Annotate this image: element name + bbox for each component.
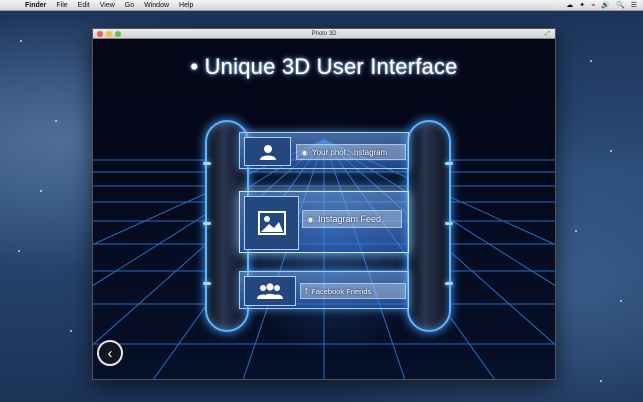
bluetooth-icon[interactable]: ✦ <box>579 0 585 11</box>
app-content: • Unique 3D User Interface ◉ Your phot…n… <box>93 40 555 379</box>
menubar-status-area: ☁ ✦ ⌁ 🔊 🔍 ☰ <box>566 0 643 11</box>
app-window: Photo 3D ⤢ • Unique 3D User Interface ◉ … <box>92 28 556 380</box>
menu-go[interactable]: Go <box>120 0 139 11</box>
wifi-icon[interactable]: ⌁ <box>591 0 595 11</box>
menu-view[interactable]: View <box>95 0 120 11</box>
facebook-friends-label: Facebook Friends <box>311 286 372 296</box>
carousel-panel-facebook[interactable]: f Facebook Friends <box>239 271 409 309</box>
facebook-icon: f <box>305 286 308 296</box>
carousel-panel-profile[interactable]: ◉ Your phot…nstagram <box>239 132 409 169</box>
menu-help[interactable]: Help <box>174 0 198 11</box>
group-icon <box>244 276 296 306</box>
notification-center-icon[interactable]: ☰ <box>631 0 637 11</box>
back-button[interactable]: ‹ <box>97 340 123 366</box>
spotlight-icon[interactable]: 🔍 <box>616 0 625 11</box>
instagram-feed-label: Instagram Feed <box>317 214 382 224</box>
facebook-friends-tab[interactable]: f Facebook Friends <box>300 283 406 299</box>
instagram-icon: ◉ <box>301 147 308 157</box>
carousel-panel-instagram[interactable]: ◉ Instagram Feed <box>239 191 409 253</box>
instagram-icon: ◉ <box>307 214 314 224</box>
fullscreen-icon[interactable]: ⤢ <box>545 31 551 37</box>
menu-window[interactable]: Window <box>139 0 174 11</box>
menu-file[interactable]: File <box>51 0 72 11</box>
photo-icon <box>244 196 299 250</box>
user-icon <box>244 137 291 166</box>
window-title: Photo 3D <box>311 31 337 37</box>
menu-edit[interactable]: Edit <box>73 0 95 11</box>
profile-tab-label: Your phot…nstagram <box>311 147 388 157</box>
title-bar[interactable]: Photo 3D ⤢ <box>93 29 555 39</box>
carousel-right-ring <box>407 120 453 332</box>
cloud-icon[interactable]: ☁ <box>566 0 573 11</box>
volume-icon[interactable]: 🔊 <box>601 0 610 11</box>
headline-text: • Unique 3D User Interface <box>190 54 458 79</box>
instagram-feed-tab[interactable]: ◉ Instagram Feed <box>302 210 402 228</box>
profile-tab[interactable]: ◉ Your phot…nstagram <box>296 144 406 160</box>
menu-bar: Finder File Edit View Go Window Help ☁ ✦… <box>0 0 643 11</box>
menu-finder[interactable]: Finder <box>20 0 51 11</box>
